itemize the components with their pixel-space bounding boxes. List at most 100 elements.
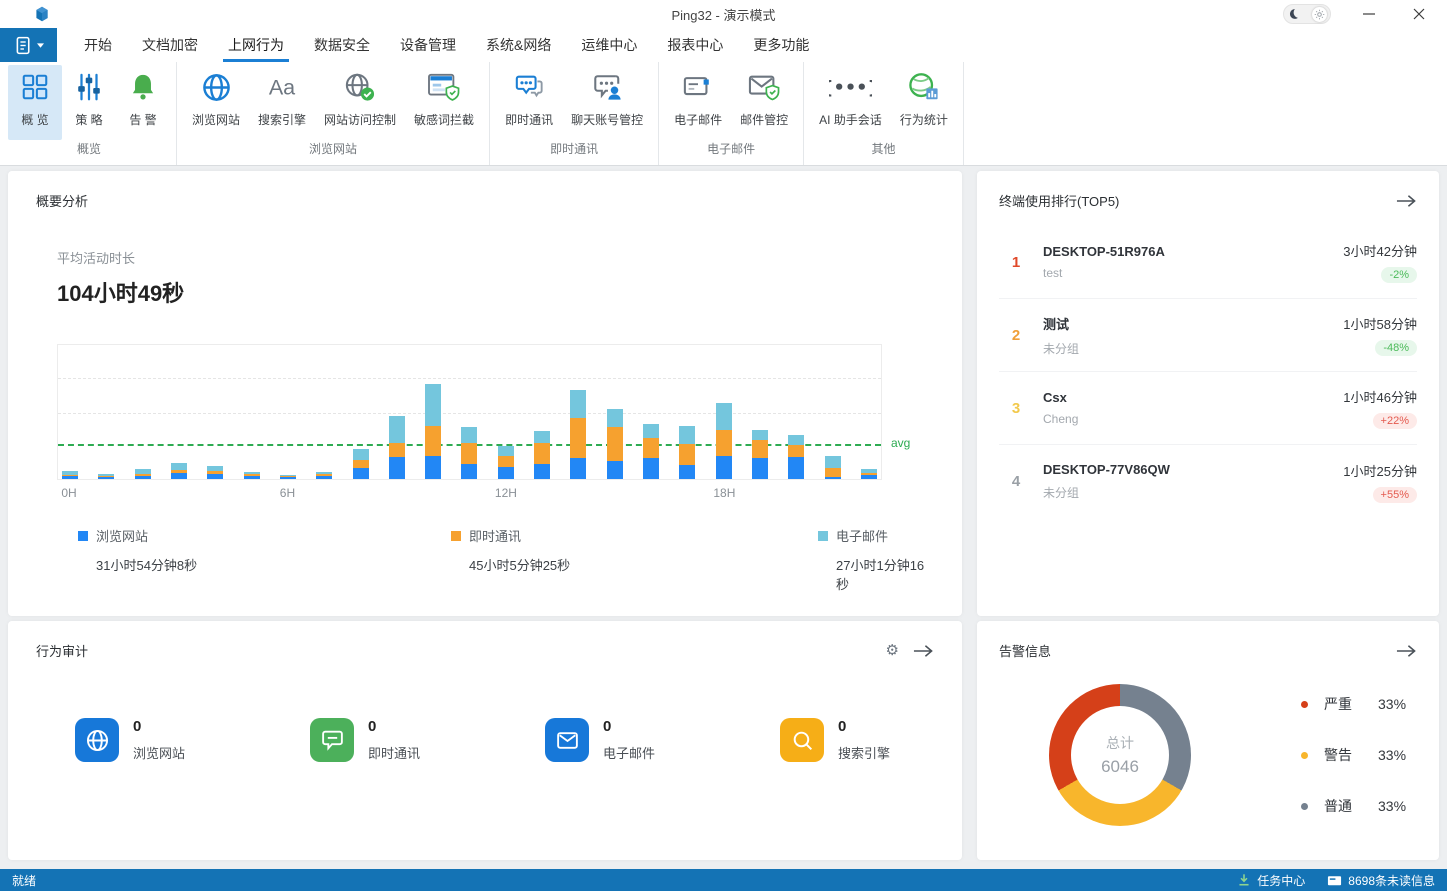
bar-hour-18 [716,403,732,479]
minimize-button[interactable] [1357,2,1381,26]
activity-bar-chart: avg 0H6H12H18H 浏览网站31小时54分钟8秒即时通讯45小时5分钟… [57,344,927,578]
ribbon-button-label: 概 览 [21,111,48,128]
bar-segment [498,456,514,467]
audit-stat[interactable]: 0浏览网站 [75,718,310,762]
ribbon-button[interactable]: 网站访问控制 [315,65,405,140]
ribbon-button[interactable]: 概 览 [8,65,62,140]
tab-6[interactable]: 系统&网络 [471,28,566,62]
alert-level-label: 警告 [1324,745,1370,765]
gear-icon[interactable]: ⚙ [886,643,899,658]
status-item[interactable]: 8698条未读信息 [1327,872,1435,889]
ribbon-button[interactable]: 浏览网站 [183,65,249,140]
top5-item[interactable]: 2测试未分组1小时58分钟-48% [999,299,1417,372]
close-button[interactable] [1407,2,1431,26]
legend-item: 电子邮件27小时1分钟16秒 [818,526,927,593]
tab-2[interactable]: 文档加密 [127,28,213,62]
tab-8[interactable]: 报表中心 [652,28,738,62]
top5-item[interactable]: 1DESKTOP-51R976Atest3小时42分钟-2% [999,226,1417,299]
tab-4[interactable]: 数据安全 [299,28,385,62]
bar-hour-19 [752,430,768,479]
mail-white-icon [545,718,589,762]
tab-3[interactable]: 上网行为 [213,28,299,62]
bar-segment [498,446,514,456]
bar-hour-0 [62,471,78,479]
bar-hour-4 [207,466,223,479]
alerts-panel-title: 告警信息 [999,641,1051,660]
ribbon-button[interactable]: 聊天账号管控 [562,65,652,140]
window-shield-icon [427,69,461,105]
tab-1[interactable]: 开始 [69,28,127,62]
alerts-panel: 告警信息 总计 6046 严重33%警告33%普通33% [977,621,1439,860]
bar-segment [62,476,78,479]
chat-white-icon [310,718,354,762]
x-tick-label: 6H [280,486,295,500]
legend-label: 浏览网站 [96,526,148,545]
ribbon-button-label: 告 警 [129,111,156,128]
ribbon-button[interactable]: 行为统计 [891,65,957,140]
alerts-more-button[interactable] [1396,644,1417,658]
x-tick-label: 0H [61,486,76,500]
bar-segment [788,435,804,445]
bar-hour-17 [679,426,695,479]
ribbon-button-label: 即时通讯 [505,111,553,128]
globe-white-icon [75,718,119,762]
ribbon-button-label: 行为统计 [900,111,948,128]
ribbon-button[interactable]: 策 略 [62,65,116,140]
theme-toggle[interactable] [1283,4,1331,24]
donut-center-label: 总计 [1106,733,1134,753]
ribbon-button-label: 敏感词拦截 [414,111,474,128]
audit-more-button[interactable] [913,644,934,658]
bar-segment [280,477,296,479]
bar-segment [570,418,586,458]
search-white-icon [780,718,824,762]
ribbon-button[interactable]: {•••}AI 助手会话 [810,65,891,140]
avg-activity-label: 平均活动时长 [57,248,934,267]
arrow-right-icon [1396,644,1417,658]
ribbon-button[interactable]: 即时通讯 [496,65,562,140]
braces-icon: {•••} [829,69,872,105]
ribbon-group: 即时通讯聊天账号管控即时通讯 [490,62,659,165]
ribbon-button[interactable]: 告 警 [116,65,170,140]
stat-value: 0 [838,718,890,735]
ribbon-button-label: 电子邮件 [674,111,722,128]
rank-number: 4 [999,473,1033,490]
ribbon-button[interactable]: 邮件管控 [731,65,797,140]
svg-text:{•••}: {•••} [829,79,872,99]
terminal-group: 未分组 [1043,484,1343,501]
ribbon-button-label: 策 略 [75,111,102,128]
top5-item[interactable]: 3CsxCheng1小时46分钟+22% [999,372,1417,445]
ribbon-button[interactable]: 电子邮件 [665,65,731,140]
bar-segment [389,457,405,479]
tab-5[interactable]: 设备管理 [385,28,471,62]
tab-9[interactable]: 更多功能 [738,28,824,62]
audit-stat[interactable]: 0电子邮件 [545,718,780,762]
bar-segment [534,443,550,464]
ribbon-button[interactable]: Aa搜索引擎 [249,65,315,140]
rank-number: 1 [999,254,1033,271]
ribbon-group-label: 即时通讯 [496,140,652,163]
bar-segment [607,461,623,479]
sliders-icon [74,69,104,105]
legend-item: 浏览网站31小时54分钟8秒 [78,526,197,574]
top5-more-button[interactable] [1396,194,1417,208]
bar-segment [716,430,732,456]
status-item-label: 8698条未读信息 [1348,872,1435,889]
tab-7[interactable]: 运维中心 [566,28,652,62]
ribbon-button[interactable]: 敏感词拦截 [405,65,483,140]
status-item-label: 任务中心 [1257,872,1305,889]
bar-segment [534,431,550,443]
app-menu-button[interactable] [0,28,57,62]
bar-hour-6 [280,475,296,479]
audit-stat[interactable]: 0即时通讯 [310,718,545,762]
bar-segment [498,467,514,479]
bar-segment [425,456,441,479]
bar-hour-2 [135,469,151,479]
donut-center-value: 6046 [1101,757,1139,777]
status-item[interactable]: 任务中心 [1237,872,1305,889]
ribbon-group: 概 览策 略告 警概览 [2,62,177,165]
terminal-name: DESKTOP-77V86QW [1043,462,1343,477]
top5-item[interactable]: 4DESKTOP-77V86QW未分组1小时25分钟+55% [999,445,1417,518]
moon-icon [1287,8,1299,20]
bar-segment [679,444,695,465]
ribbon-group-label: 浏览网站 [183,140,483,163]
